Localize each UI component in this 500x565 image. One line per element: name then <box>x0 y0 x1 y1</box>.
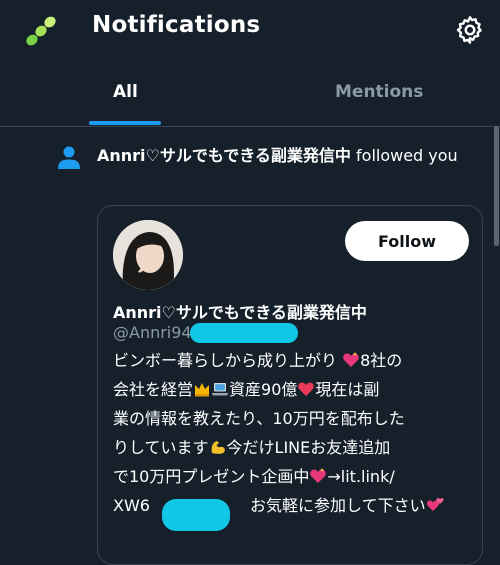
bio-text: 現在は副 <box>315 380 380 399</box>
notification-text: Annri♡サルでもできる副業発信中 followed you <box>97 143 482 169</box>
bio-text: りしています <box>113 438 209 457</box>
bio-link-text[interactable]: →lit.link/ <box>327 467 394 486</box>
scrollbar[interactable] <box>494 126 499 246</box>
person-icon <box>58 146 80 169</box>
sparkling-heart-icon <box>310 468 327 483</box>
heart-icon <box>298 382 315 396</box>
sparkling-heart-icon <box>343 352 359 367</box>
two-hearts-icon <box>426 498 444 511</box>
bio-text: 業の情報を教えたり、10万円を配布した <box>113 409 405 428</box>
redaction-mark <box>190 323 298 343</box>
page-title: Notifications <box>92 12 261 38</box>
bio-line: りしています 今だけLINEお友達追加 <box>113 433 473 462</box>
notification-action: followed you <box>350 146 458 165</box>
bio-text: 資産90億 <box>229 380 298 399</box>
redaction-mark <box>162 499 230 531</box>
bio-line: 会社を経営 資産90億 現在は副 <box>113 375 473 404</box>
bio-line: で10万円プレゼント企画中 →lit.link/ <box>113 462 473 491</box>
bio-text: 会社を経営 <box>113 380 194 399</box>
bio-text: 今だけLINEお友達追加 <box>226 438 391 457</box>
profile-card[interactable]: Follow Annri♡サルでもできる副業発信中 @Annri94 ビンボー暮… <box>97 205 483 565</box>
bio-line: ビンボー暮らしから成り上がり 8社の <box>113 346 473 375</box>
bio-link-text[interactable]: XW6 <box>113 496 150 515</box>
bio-text: ビンボー暮らしから成り上がり <box>113 351 338 370</box>
crown-icon <box>195 383 210 397</box>
notification-user-name[interactable]: Annri♡サルでもできる副業発信中 <box>97 146 351 165</box>
follow-button[interactable]: Follow <box>345 221 469 261</box>
app-logo-icon[interactable] <box>22 13 58 49</box>
avatar[interactable] <box>113 220 183 290</box>
active-tab-indicator <box>89 121 161 125</box>
bio-text: で10万円プレゼント企画中 <box>113 467 310 486</box>
gear-icon[interactable] <box>454 14 486 46</box>
card-handle: @Annri94 <box>113 323 192 342</box>
laptop-icon <box>211 383 229 396</box>
bio-line: 業の情報を教えたり、10万円を配布した <box>113 404 473 433</box>
card-bio: ビンボー暮らしから成り上がり 8社の 会社を経営 資産90億 現在は副 業の情報を教… <box>113 346 473 520</box>
header: Notifications <box>0 0 500 60</box>
bio-text: お気軽に参加して下さい <box>244 496 426 515</box>
tab-all[interactable]: All <box>113 82 138 102</box>
card-display-name: Annri♡サルでもできる副業発信中 <box>113 303 367 322</box>
flexed-biceps-icon <box>211 441 225 454</box>
bio-text: 8社の <box>360 351 403 370</box>
tab-mentions[interactable]: Mentions <box>335 82 423 102</box>
tab-bar: All Mentions <box>0 60 500 127</box>
